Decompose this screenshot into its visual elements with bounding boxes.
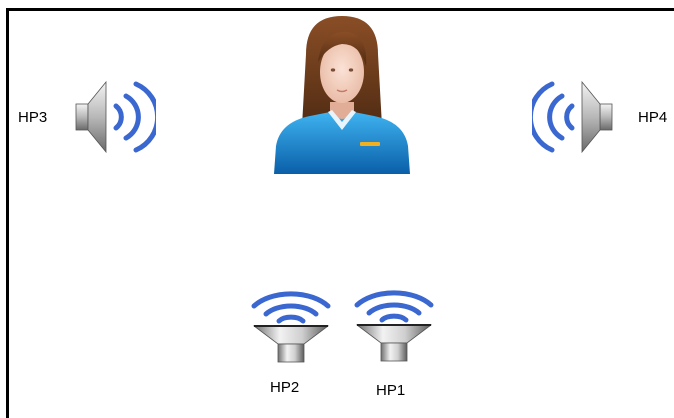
speaker-right-icon: [75, 80, 156, 154]
speaker-label-hp1: HP1: [376, 382, 406, 399]
speaker-label-hp3: HP3: [18, 109, 48, 126]
speaker-left-icon: [532, 80, 613, 154]
speaker-label-hp4: HP4: [638, 109, 668, 126]
speaker-up-icon: [251, 291, 331, 363]
speaker-up-icon: [354, 290, 434, 362]
speaker-label-hp2: HP2: [270, 379, 300, 396]
person-icon: [274, 16, 410, 174]
